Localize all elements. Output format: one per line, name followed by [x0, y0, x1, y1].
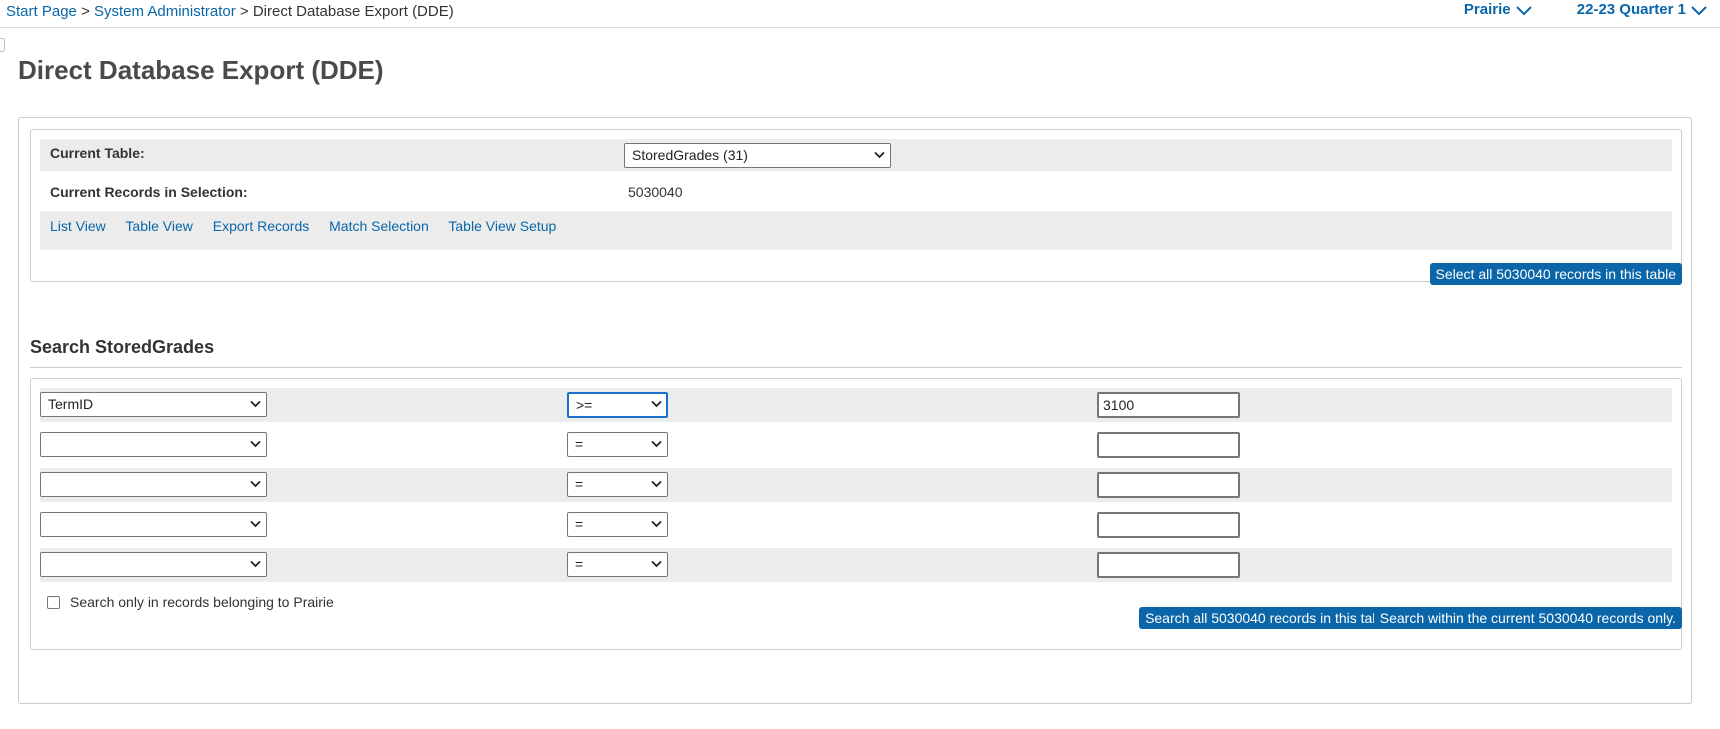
- field-select[interactable]: [40, 552, 267, 577]
- criteria-row: =: [40, 548, 1672, 582]
- operator-select-value: =: [567, 472, 668, 497]
- breadcrumb-start-page[interactable]: Start Page: [6, 3, 77, 20]
- divider: [30, 367, 1682, 368]
- search-owner-only-checkbox[interactable]: [47, 595, 60, 609]
- operator-select-value: =: [567, 552, 668, 577]
- records-row: Current Records in Selection: 5030040: [40, 171, 1672, 211]
- table-view-link[interactable]: Table View: [125, 218, 192, 234]
- table-view-setup-link[interactable]: Table View Setup: [448, 218, 556, 234]
- search-section-title: Search StoredGrades: [30, 337, 215, 357]
- export-records-link[interactable]: Export Records: [213, 218, 309, 234]
- operator-select[interactable]: =: [567, 512, 668, 537]
- value-input[interactable]: 3100: [1097, 392, 1240, 418]
- match-selection-link[interactable]: Match Selection: [329, 218, 429, 234]
- operator-select[interactable]: =: [567, 432, 668, 457]
- term-menu[interactable]: 22-23 Quarter 1: [1577, 1, 1708, 18]
- value-input[interactable]: [1097, 552, 1240, 578]
- breadcrumb-current: Direct Database Export (DDE): [252, 3, 454, 20]
- field-select[interactable]: [40, 512, 267, 537]
- school-menu[interactable]: Prairie: [1464, 1, 1533, 18]
- current-table-select[interactable]: StoredGrades (31): [624, 143, 891, 168]
- criteria-row: =: [40, 468, 1672, 502]
- select-all-records-button[interactable]: Select all 5030040 records in this table: [1429, 263, 1682, 285]
- operator-select[interactable]: >=: [567, 392, 668, 418]
- field-select-value: [40, 472, 267, 497]
- view-links: List View Table View Export Records Matc…: [50, 218, 572, 234]
- page-title: Direct Database Export (DDE): [18, 55, 384, 85]
- view-links-row: List View Table View Export Records Matc…: [40, 211, 1672, 250]
- operator-select-value: =: [567, 512, 668, 537]
- search-owner-only-label: Search only in records belonging to Prai…: [70, 594, 334, 610]
- current-table-label: Current Table:: [50, 145, 145, 161]
- field-select[interactable]: [40, 472, 267, 497]
- field-select[interactable]: [40, 432, 267, 457]
- side-panel-toggle[interactable]: [0, 38, 5, 52]
- operator-select[interactable]: =: [567, 472, 668, 497]
- field-select[interactable]: TermID: [40, 392, 267, 417]
- records-value: 5030040: [628, 184, 683, 200]
- operator-select-value: >=: [567, 392, 668, 418]
- owner-filter-option: Search only in records belonging to Prai…: [47, 594, 334, 610]
- breadcrumb-system-administrator[interactable]: System Administrator: [94, 3, 236, 20]
- chevron-down-icon: [1691, 5, 1707, 15]
- breadcrumb: Start Page > System Administrator > Dire…: [6, 3, 454, 20]
- search-within-current-button[interactable]: Search within the current 5030040 record…: [1373, 607, 1682, 629]
- field-select-value: [40, 552, 267, 577]
- top-bar: Start Page > System Administrator > Dire…: [0, 0, 1720, 28]
- criteria-row: =: [40, 428, 1672, 462]
- top-right-menus: Prairie 22-23 Quarter 1: [1424, 1, 1708, 18]
- criteria-row: =: [40, 508, 1672, 542]
- breadcrumb-separator: >: [81, 3, 90, 20]
- dde-main-box: Current Table: StoredGrades (31) Current…: [18, 117, 1692, 704]
- records-label: Current Records in Selection:: [50, 184, 248, 200]
- school-menu-label: Prairie: [1463, 1, 1511, 18]
- field-select-value: [40, 432, 267, 457]
- value-input[interactable]: [1097, 512, 1240, 538]
- current-table-row: Current Table: StoredGrades (31): [40, 139, 1672, 171]
- field-select-value: TermID: [40, 392, 267, 417]
- field-select-value: [40, 512, 267, 537]
- search-all-records-button[interactable]: Search all 5030040 records in this table: [1139, 607, 1397, 629]
- table-info-box: Current Table: StoredGrades (31) Current…: [30, 129, 1682, 282]
- operator-select-value: =: [567, 432, 668, 457]
- criteria-row: TermID >= 3100: [40, 388, 1672, 422]
- operator-select[interactable]: =: [567, 552, 668, 577]
- value-input[interactable]: [1097, 472, 1240, 498]
- breadcrumb-separator: >: [239, 3, 249, 20]
- term-menu-label: 22-23 Quarter 1: [1576, 1, 1686, 18]
- chevron-down-icon: [1515, 5, 1532, 15]
- list-view-link[interactable]: List View: [50, 218, 106, 234]
- current-table-select-value: StoredGrades (31): [624, 143, 891, 168]
- value-input[interactable]: [1097, 432, 1240, 458]
